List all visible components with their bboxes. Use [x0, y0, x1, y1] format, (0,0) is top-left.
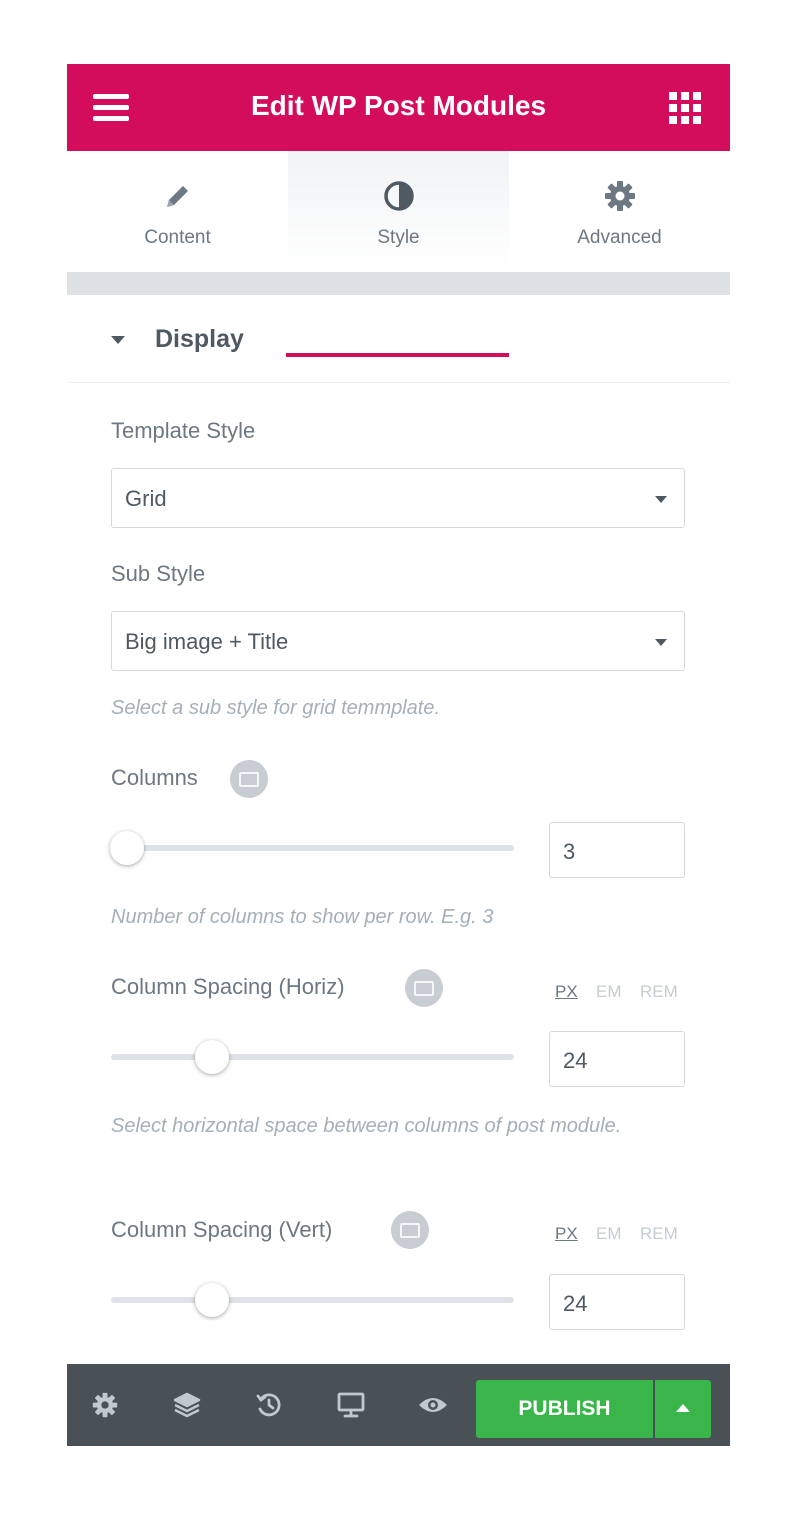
tab-label: Style: [377, 227, 420, 248]
columns-slider-handle[interactable]: [110, 831, 145, 865]
tab-style[interactable]: Style: [288, 151, 509, 272]
section-display-toggle[interactable]: Display: [67, 295, 730, 383]
sub-style-select[interactable]: Big image + Title: [111, 611, 685, 671]
publish-options-button[interactable]: [655, 1380, 711, 1438]
spacing-vert-label: Column Spacing (Vert): [111, 1217, 333, 1242]
spacing-vert-value: 24: [563, 1291, 588, 1316]
responsive-device-icon[interactable]: [405, 969, 443, 1007]
spacing-horiz-slider[interactable]: [111, 1054, 514, 1060]
spacing-horiz-value: 24: [563, 1048, 588, 1073]
spacing-vert-slider[interactable]: [111, 1297, 514, 1303]
history-icon[interactable]: [253, 1389, 285, 1421]
panel-footer: PUBLISH: [67, 1364, 730, 1446]
settings-icon[interactable]: [89, 1389, 121, 1421]
spacing-horiz-input[interactable]: 24: [549, 1031, 685, 1087]
tab-content[interactable]: Content: [67, 151, 288, 272]
chevron-down-icon: [655, 496, 667, 503]
template-style-select[interactable]: Grid: [111, 468, 685, 528]
sub-style-value: Big image + Title: [125, 629, 289, 654]
responsive-device-icon[interactable]: [391, 1211, 429, 1249]
unit-px[interactable]: PX: [555, 1224, 578, 1244]
spacing-horiz-slider-handle[interactable]: [194, 1040, 229, 1074]
tab-label: Advanced: [577, 227, 662, 248]
gear-icon: [509, 179, 730, 213]
publish-button[interactable]: PUBLISH: [476, 1380, 653, 1438]
tab-advanced[interactable]: Advanced: [509, 151, 730, 272]
spacing-vert-slider-handle[interactable]: [194, 1283, 229, 1317]
panel-header: Edit WP Post Modules: [67, 64, 730, 151]
pencil-icon: [67, 179, 288, 213]
columns-hint: Number of columns to show per row. E.g. …: [111, 906, 494, 928]
preview-icon[interactable]: [417, 1389, 449, 1421]
tabs-divider: [67, 272, 730, 295]
chevron-down-icon: [655, 639, 667, 646]
panel-tabs: Content Style Advanced: [67, 151, 730, 357]
unit-rem[interactable]: REM: [640, 982, 678, 1002]
grid-icon[interactable]: [669, 92, 701, 124]
caret-down-icon: [111, 336, 125, 344]
editor-panel: Edit WP Post Modules Content Style Advan…: [67, 64, 730, 1446]
unit-em[interactable]: EM: [596, 982, 622, 1002]
columns-slider[interactable]: [111, 845, 514, 851]
template-style-value: Grid: [125, 486, 167, 511]
sub-style-label: Sub Style: [111, 561, 206, 586]
responsive-icon[interactable]: [335, 1389, 367, 1421]
section-title: Display: [155, 325, 244, 353]
tab-label: Content: [144, 227, 211, 248]
responsive-device-icon[interactable]: [230, 760, 268, 798]
panel-title: Edit WP Post Modules: [250, 90, 547, 121]
spacing-vert-input[interactable]: 24: [549, 1274, 685, 1330]
unit-px[interactable]: PX: [555, 982, 578, 1002]
columns-input[interactable]: 3: [549, 822, 685, 878]
layers-icon[interactable]: [171, 1389, 203, 1421]
columns-label: Columns: [111, 765, 198, 790]
sub-style-hint: Select a sub style for grid temmplate.: [111, 697, 441, 719]
template-style-label: Template Style: [111, 418, 256, 443]
half-circle-icon: [288, 179, 509, 213]
columns-value: 3: [563, 839, 576, 864]
unit-rem[interactable]: REM: [640, 1224, 678, 1244]
spacing-horiz-hint: Select horizontal space between columns …: [111, 1115, 622, 1137]
spacing-horiz-label: Column Spacing (Horiz): [111, 974, 345, 999]
unit-em[interactable]: EM: [596, 1224, 622, 1244]
